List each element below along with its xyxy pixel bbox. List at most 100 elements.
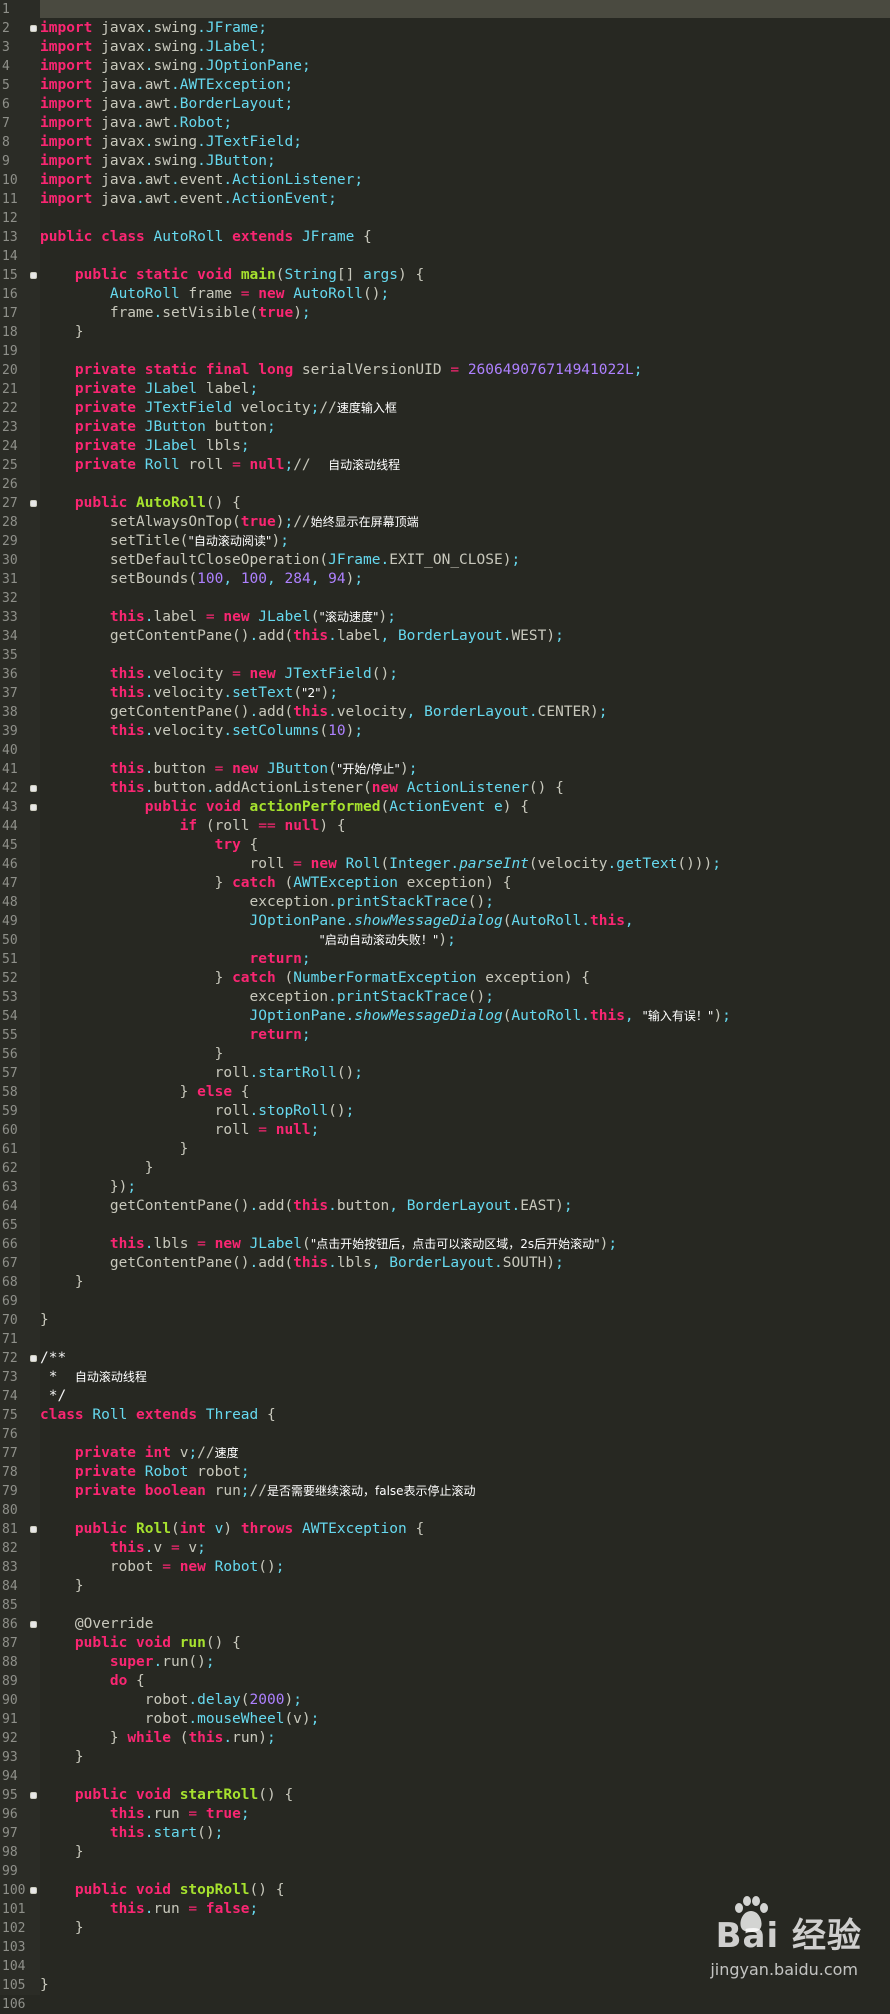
code-line[interactable]: this.velocity.setText("2"); [40, 684, 338, 703]
code-line[interactable]: roll.startRoll(); [40, 1064, 363, 1083]
code-line[interactable]: try { [40, 836, 259, 855]
fold-toggle-icon[interactable] [30, 1621, 37, 1628]
code-line[interactable]: @Override [40, 1615, 154, 1634]
code-line[interactable]: setDefaultCloseOperation(JFrame.EXIT_ON_… [40, 551, 520, 570]
code-line[interactable]: } [40, 1159, 154, 1178]
code-line[interactable]: import javax.swing.JTextField; [40, 133, 302, 152]
code-area[interactable]: import javax.swing.JFrame; import javax.s… [40, 0, 890, 1995]
code-line[interactable]: import javax.swing.JFrame; [40, 19, 267, 38]
code-line[interactable]: public Roll(int v) throws AWTException { [40, 1520, 424, 1539]
code-line[interactable]: private Robot robot; [40, 1463, 250, 1482]
code-line[interactable]: } [40, 1976, 49, 1995]
code-line[interactable]: this.lbls = new JLabel("点击开始按钮后，点击可以滚动区域… [40, 1235, 617, 1254]
code-line[interactable]: robot.delay(2000); [40, 1691, 302, 1710]
code-line[interactable]: this.button = new JButton("开始/停止"); [40, 760, 418, 779]
code-line[interactable]: } [40, 1919, 84, 1938]
code-line[interactable]: } [40, 323, 84, 342]
code-line[interactable]: getContentPane().add(this.velocity, Bord… [40, 703, 608, 722]
code-line[interactable]: import javax.swing.JOptionPane; [40, 57, 311, 76]
code-line[interactable]: private static final long serialVersionU… [40, 361, 643, 380]
code-line[interactable]: } [40, 1140, 189, 1159]
fold-toggle-icon[interactable] [30, 1355, 37, 1362]
code-line[interactable]: */ [40, 1387, 66, 1406]
code-line[interactable]: exception.printStackTrace(); [40, 893, 494, 912]
code-token: awt [144, 172, 171, 188]
code-line[interactable]: this.button.addActionListener(new Action… [40, 779, 564, 798]
code-line[interactable]: /** [40, 1349, 66, 1368]
code-line[interactable]: getContentPane().add(this.label, BorderL… [40, 627, 564, 646]
code-line[interactable]: robot.mouseWheel(v); [40, 1710, 320, 1729]
code-line[interactable]: roll = new Roll(Integer.parseInt(velocit… [40, 855, 722, 874]
fold-toggle-icon[interactable] [30, 272, 37, 279]
fold-toggle-icon[interactable] [30, 25, 37, 32]
code-line[interactable]: private JLabel label; [40, 380, 258, 399]
fold-toggle-icon[interactable] [30, 785, 37, 792]
code-line[interactable]: } else { [40, 1083, 250, 1102]
code-line[interactable]: } while (this.run); [40, 1729, 276, 1748]
code-line[interactable]: public static void main(String[] args) { [40, 266, 424, 285]
code-line[interactable]: } [40, 1273, 84, 1292]
code-line[interactable]: AutoRoll frame = new AutoRoll(); [40, 285, 389, 304]
code-line[interactable]: getContentPane().add(this.lbls, BorderLa… [40, 1254, 564, 1273]
code-line[interactable]: class Roll extends Thread { [40, 1406, 276, 1425]
code-line[interactable]: if (roll == null) { [40, 817, 346, 836]
code-line[interactable]: super.run(); [40, 1653, 215, 1672]
code-line[interactable]: private boolean run;//是否需要继续滚动，false表示停止… [40, 1482, 476, 1501]
code-line[interactable]: this.velocity = new JTextField(); [40, 665, 398, 684]
code-line[interactable]: } [40, 1311, 49, 1330]
code-line[interactable]: getContentPane().add(this.button, Border… [40, 1197, 573, 1216]
code-line[interactable]: private JLabel lbls; [40, 437, 250, 456]
code-line[interactable]: import javax.swing.JButton; [40, 152, 276, 171]
code-line[interactable]: this.velocity.setColumns(10); [40, 722, 363, 741]
code-line[interactable]: "启动自动滚动失败！"); [40, 931, 456, 950]
code-line[interactable]: do { [40, 1672, 145, 1691]
code-line[interactable]: import java.awt.event.ActionListener; [40, 171, 363, 190]
code-line[interactable]: private int v;//速度 [40, 1444, 239, 1463]
code-editor[interactable]: 1 2 3 4 5 6 7 8 9 10 11 12 13 14 15 16 17 18 19 20 21 22 23 24 2… [0, 0, 890, 2012]
code-line[interactable]: import java.awt.event.ActionEvent; [40, 190, 337, 209]
code-line[interactable]: import java.awt.AWTException; [40, 76, 293, 95]
fold-toggle-icon[interactable] [30, 804, 37, 811]
fold-toggle-icon[interactable] [30, 500, 37, 507]
code-line[interactable]: this.run = false; [40, 1900, 258, 1919]
code-line[interactable]: JOptionPane.showMessageDialog(AutoRoll.t… [40, 1007, 731, 1026]
code-line[interactable]: this.run = true; [40, 1805, 250, 1824]
code-line[interactable]: public class AutoRoll extends JFrame { [40, 228, 372, 247]
code-line[interactable]: private JButton button; [40, 418, 276, 437]
code-line[interactable]: setBounds(100, 100, 284, 94); [40, 570, 363, 589]
code-line[interactable]: } [40, 1843, 84, 1862]
code-line[interactable]: JOptionPane.showMessageDialog(AutoRoll.t… [40, 912, 634, 931]
code-line[interactable]: } catch (AWTException exception) { [40, 874, 512, 893]
code-line[interactable]: } catch (NumberFormatException exception… [40, 969, 590, 988]
code-line[interactable]: } [40, 1045, 224, 1064]
code-line[interactable]: import java.awt.Robot; [40, 114, 232, 133]
code-line[interactable]: public void startRoll() { [40, 1786, 293, 1805]
code-line[interactable]: this.v = v; [40, 1539, 206, 1558]
code-line[interactable]: this.label = new JLabel("滚动速度"); [40, 608, 396, 627]
code-line[interactable]: return; [40, 1026, 311, 1045]
code-line[interactable]: this.start(); [40, 1824, 224, 1843]
code-line[interactable]: private JTextField velocity;//速度输入框 [40, 399, 397, 418]
code-line[interactable]: * 自动滚动线程 [40, 1368, 147, 1387]
code-line[interactable]: roll.stopRoll(); [40, 1102, 355, 1121]
code-line[interactable]: public AutoRoll() { [40, 494, 241, 513]
code-line[interactable]: roll = null; [40, 1121, 320, 1140]
code-line[interactable]: exception.printStackTrace(); [40, 988, 494, 1007]
code-line[interactable]: robot = new Robot(); [40, 1558, 285, 1577]
code-line[interactable]: frame.setVisible(true); [40, 304, 311, 323]
fold-toggle-icon[interactable] [30, 1887, 37, 1894]
code-line[interactable]: }); [40, 1178, 136, 1197]
code-line[interactable]: } [40, 1577, 84, 1596]
code-line[interactable]: return; [40, 950, 311, 969]
code-line[interactable]: public void actionPerformed(ActionEvent … [40, 798, 529, 817]
code-line[interactable]: setTitle("自动滚动阅读"); [40, 532, 289, 551]
code-line[interactable]: import java.awt.BorderLayout; [40, 95, 293, 114]
fold-toggle-icon[interactable] [30, 1792, 37, 1799]
code-line[interactable]: import javax.swing.JLabel; [40, 38, 267, 57]
fold-toggle-icon[interactable] [30, 1526, 37, 1533]
code-line[interactable]: public void run() { [40, 1634, 241, 1653]
code-line[interactable]: setAlwaysOnTop(true);//始终显示在屏幕顶端 [40, 513, 419, 532]
code-line[interactable]: public void stopRoll() { [40, 1881, 285, 1900]
code-line[interactable]: } [40, 1748, 84, 1767]
code-line[interactable]: private Roll roll = null;// 自动滚动线程 [40, 456, 400, 475]
